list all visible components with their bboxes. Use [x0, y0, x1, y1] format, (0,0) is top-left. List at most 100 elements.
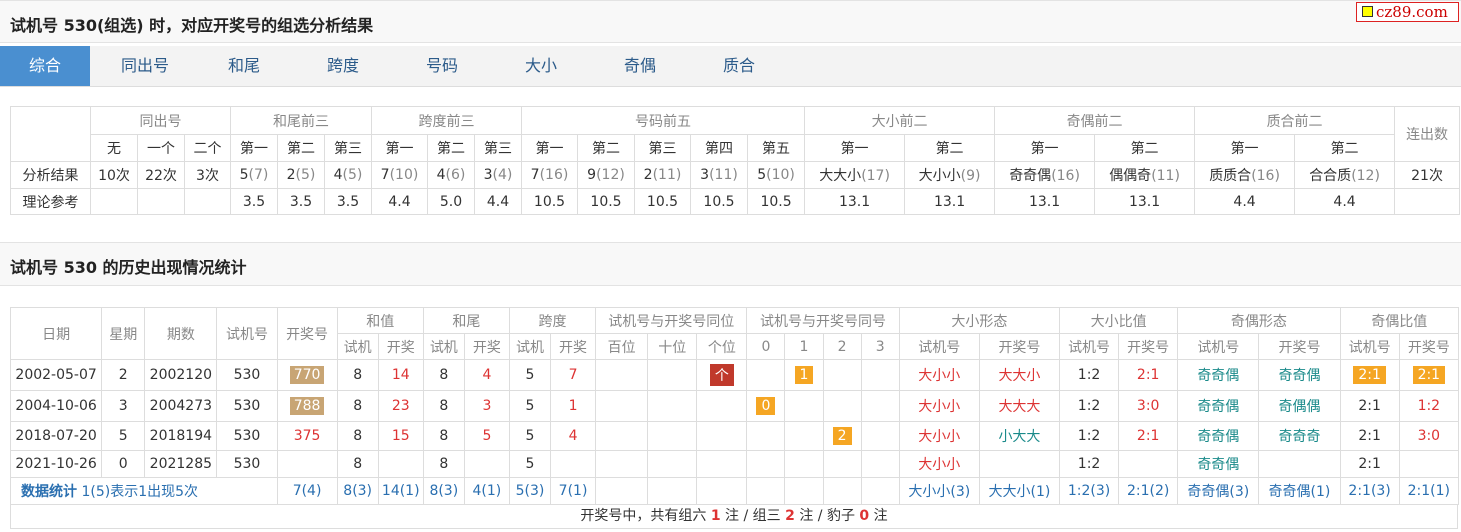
- cell-size-draw: 大大小: [978, 359, 1061, 391]
- cell-same-0: [746, 421, 786, 451]
- footer-text: 注 / 豹子: [799, 508, 855, 524]
- stat-draw: 7(4): [276, 477, 338, 505]
- cell-week: 2: [101, 359, 146, 391]
- summary-table: 同出号 和尾前三 跨度前三 号码前五 大小前二 奇偶前二 质合前二 连出数 无 …: [10, 106, 1461, 215]
- footer-count-three: 2: [785, 508, 795, 524]
- cell-span-test: 5: [508, 450, 552, 478]
- stat-span-draw: 7(1): [550, 477, 597, 505]
- cell-same-0: [746, 359, 786, 391]
- cell-value: 7(10): [371, 161, 429, 189]
- cell-sum-draw: 14: [377, 359, 424, 391]
- group-span: 跨度前三: [371, 106, 523, 135]
- cell-oddratio-draw: 2:1: [1398, 359, 1460, 391]
- th-sub: 试机号: [1059, 333, 1120, 360]
- stat-label-cell: 数据统计 1(5)表示1出现5次: [10, 477, 278, 505]
- cell-value: 10.5: [747, 188, 806, 215]
- cell-tail-test: 8: [422, 450, 465, 478]
- section2-title: 试机号 530 的历史出现情况统计: [10, 258, 247, 277]
- cell-pos-hundred: [595, 390, 649, 422]
- th-sub: 十位: [647, 333, 698, 360]
- cell-value: 偶偶奇(11): [1094, 161, 1196, 189]
- sub-span-2: 第二: [427, 134, 476, 162]
- cell-test: 530: [216, 390, 278, 422]
- sub-num-3: 第三: [634, 134, 692, 162]
- tab-sum-tail[interactable]: 和尾: [199, 46, 289, 86]
- cell-tail-test: 8: [422, 390, 465, 422]
- cell-same-3: [860, 359, 900, 391]
- group-same: 同出号: [89, 106, 232, 135]
- cell-span-test: 5: [508, 359, 552, 391]
- section1-title: 试机号 530(组选) 时，对应开奖号的组选分析结果: [10, 16, 374, 35]
- cell-draw: 375: [276, 421, 338, 451]
- sub-tail-2: 第二: [277, 134, 326, 162]
- cell-same-1: [784, 390, 824, 422]
- th-sub: 3: [860, 333, 900, 360]
- cell-size-draw: 小大大: [978, 421, 1061, 451]
- cell-oddratio-draw: 3:0: [1398, 421, 1460, 451]
- cell-issue: 2002120: [144, 359, 218, 391]
- stat-size-draw: 大大小(1): [978, 477, 1061, 505]
- sub-num-1: 第一: [521, 134, 579, 162]
- cell-value: 5(10): [747, 161, 806, 189]
- cell-span-test: 5: [508, 421, 552, 451]
- th-odd-ratio: 奇偶比值: [1339, 307, 1460, 334]
- cell-value: 13.1: [1094, 188, 1196, 215]
- cell-value: 4.4: [1294, 188, 1396, 215]
- th-sub: 开奖: [463, 333, 510, 360]
- tab-size[interactable]: 大小: [496, 46, 586, 86]
- cell-size-test: 大小小: [898, 450, 980, 478]
- cell-oddratio-draw: [1398, 450, 1460, 478]
- cell-same-2: [822, 450, 862, 478]
- draw-badge: 770: [289, 366, 325, 384]
- stat-span-test: 5(3): [508, 477, 552, 505]
- cell-sizeratio-draw: [1118, 450, 1179, 478]
- cell-span-draw: 7: [550, 359, 597, 391]
- cell-oddratio-draw: 1:2: [1398, 390, 1460, 422]
- group-number: 号码前五: [521, 106, 806, 135]
- tab-prime-composite[interactable]: 质合: [694, 46, 784, 86]
- cell-oddratio-test: 2:1: [1339, 450, 1400, 478]
- cell-odd-test: 奇奇偶: [1177, 421, 1260, 451]
- analysis-row: 分析结果 10次 22次 3次 5(7) 2(5) 4(5) 7(10) 4(6…: [10, 161, 1461, 189]
- tab-span[interactable]: 跨度: [298, 46, 388, 86]
- cell-size-test: 大小小: [898, 390, 980, 422]
- footer-text: 注: [873, 508, 888, 524]
- cell-span-draw: [550, 450, 597, 478]
- reference-row: 理论参考 3.5 3.5 3.5 4.4 5.0 4.4 10.5 10.5 1…: [10, 188, 1461, 215]
- stat-size-test: 大小小(3): [898, 477, 980, 505]
- cell-empty: [1394, 188, 1461, 215]
- th-sub: 开奖: [377, 333, 424, 360]
- cell-sum-test: 8: [336, 390, 379, 422]
- th-sub: 个位: [696, 333, 748, 360]
- cell-draw: 788: [276, 390, 338, 422]
- cell-pos-unit: [696, 450, 748, 478]
- cell-empty: [647, 477, 698, 505]
- cell-value: 10.5: [690, 188, 749, 215]
- cell-pos-unit: [696, 390, 748, 422]
- cell-sizeratio-draw: 2:1: [1118, 359, 1179, 391]
- cell-value: 5(7): [230, 161, 279, 189]
- tab-odd-even[interactable]: 奇偶: [595, 46, 685, 86]
- tab-number[interactable]: 号码: [397, 46, 487, 86]
- cell-same-1: [784, 421, 824, 451]
- cell-sum-draw: 23: [377, 390, 424, 422]
- cell-value: 7(16): [521, 161, 579, 189]
- cell-same-1: 1: [784, 359, 824, 391]
- sub-none: 无: [90, 134, 138, 162]
- cell-issue: 2004273: [144, 390, 218, 422]
- cell-sum-test: 8: [336, 421, 379, 451]
- site-logo[interactable]: cz89.com: [1356, 2, 1459, 22]
- cell-issue: 2018194: [144, 421, 218, 451]
- th-date: 日期: [9, 307, 103, 360]
- tab-summary[interactable]: 综合: [0, 46, 90, 86]
- cell-tail-test: 8: [422, 359, 465, 391]
- summary-footer: 开奖号中，共有组六 1 注 / 组三 2 注 / 豹子 0 注: [10, 504, 1458, 529]
- cell-oddratio-test: 2:1: [1339, 359, 1400, 391]
- cell-span-draw: 1: [550, 390, 597, 422]
- cell-odd-test: 奇奇偶: [1177, 450, 1260, 478]
- cell-pos-unit: [696, 421, 748, 451]
- tab-same-number[interactable]: 同出号: [100, 46, 190, 86]
- group-size: 大小前二: [804, 106, 996, 135]
- cell-draw: [276, 450, 338, 478]
- group-odd: 奇偶前二: [994, 106, 1196, 135]
